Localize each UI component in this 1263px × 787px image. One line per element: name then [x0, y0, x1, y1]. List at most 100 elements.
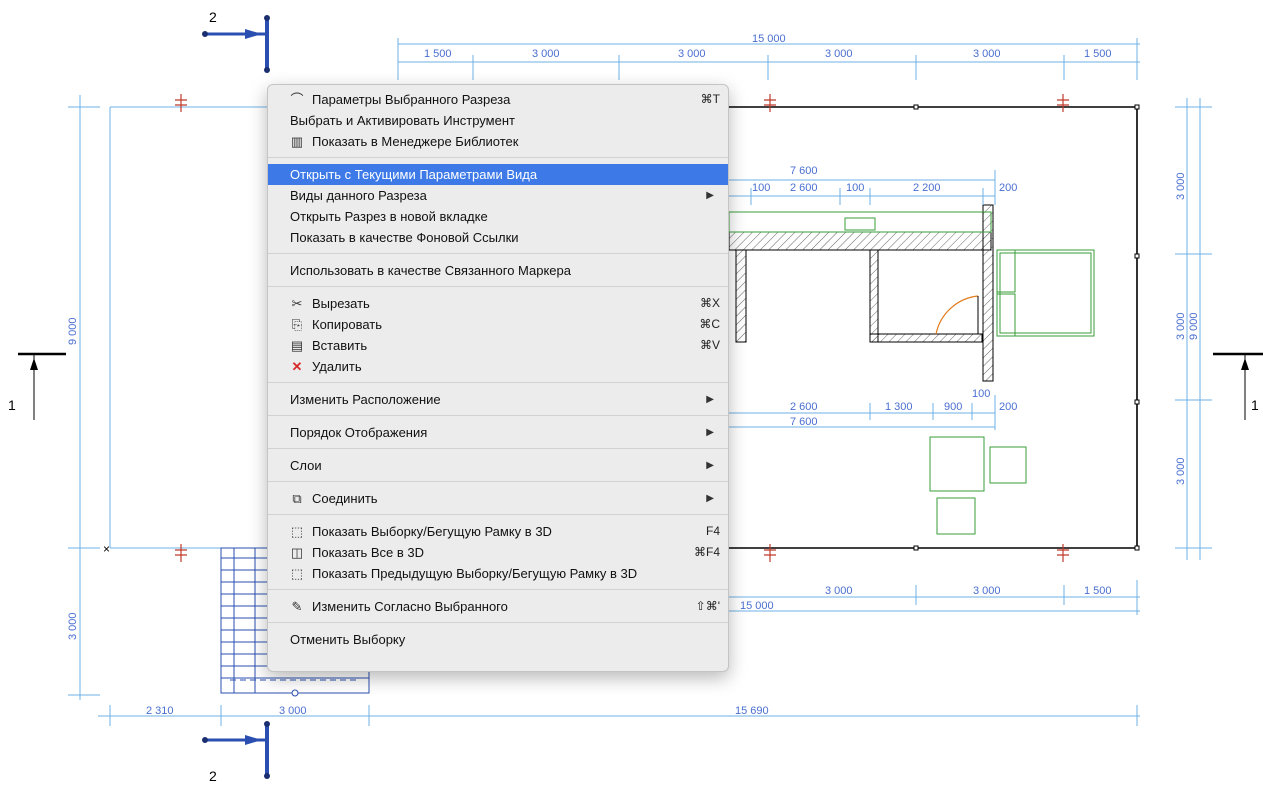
delete-x-icon: ✕	[291, 359, 303, 374]
menu-separator	[268, 589, 728, 590]
menu-item-layers[interactable]: Слои ▶	[268, 455, 728, 476]
furniture	[728, 211, 1095, 535]
menu-item-label: Показать Выборку/Бегущую Рамку в 3D	[312, 524, 552, 539]
menu-item-shortcut: ⌘T	[700, 92, 720, 106]
menu-item-shortcut: ⌘F4	[693, 545, 720, 559]
section-marker-1-right[interactable]: 1	[1213, 352, 1263, 420]
section-marker-2-bottom[interactable]: 2	[202, 721, 270, 784]
menu-item-shortcut: ⌘V	[699, 338, 720, 352]
menu-item-label: Открыть Разрез в новой вкладке	[290, 209, 488, 224]
menu-item-shortcut: ⌘X	[699, 296, 720, 310]
submenu-arrow-icon: ▶	[706, 394, 714, 405]
section-marker-1-left[interactable]: 1	[8, 352, 66, 420]
submenu-arrow-icon: ▶	[706, 190, 714, 201]
dim-top-total: 15 000	[752, 33, 786, 45]
menu-item-delete[interactable]: ✕ Удалить	[268, 356, 728, 377]
menu-item-section-views[interactable]: Виды данного Разреза ▶	[268, 185, 728, 206]
dim-right: 9 000	[1188, 312, 1200, 340]
menu-item-label: Соединить	[312, 491, 378, 506]
dim-inner-seg: 100	[752, 182, 770, 194]
menu-separator	[268, 481, 728, 482]
menu-item-use-as-linked-marker[interactable]: Использовать в качестве Связанного Марке…	[268, 260, 728, 281]
dim-inner-bottom-total: 7 600	[790, 416, 818, 428]
menu-item-label: Выбрать и Активировать Инструмент	[290, 113, 515, 128]
dim-top-seg: 3 000	[532, 48, 560, 60]
menu-separator	[268, 622, 728, 623]
menu-item-copy[interactable]: ⎘ Копировать ⌘C	[268, 314, 728, 335]
menu-separator	[268, 286, 728, 287]
section-settings-icon: ⌒	[290, 92, 304, 107]
eyedropper-icon: ✎	[291, 599, 303, 614]
menu-item-label: Открыть с Текущими Параметрами Вида	[290, 167, 538, 182]
copy-icon: ⎘	[291, 317, 303, 332]
section-marker-2-top[interactable]: 2	[202, 9, 270, 73]
dim-inner-seg: 1 300	[885, 401, 913, 413]
dim-inner-seg: 200	[999, 182, 1017, 194]
menu-item-label: Вставить	[312, 338, 368, 353]
dim-inner-seg: 200	[999, 401, 1017, 413]
section-number: 1	[1251, 397, 1259, 413]
menu-item-open-current-view[interactable]: Открыть с Текущими Параметрами Вида	[268, 164, 728, 185]
menu-item-show-prev-selection-3d[interactable]: ⬚ Показать Предыдущую Выборку/Бегущую Рам…	[268, 563, 728, 584]
menu-item-label: Виды данного Разреза	[290, 188, 427, 203]
dim-right: 3 000	[1175, 312, 1187, 340]
menu-separator	[268, 514, 728, 515]
dim-top-seg: 1 500	[1084, 48, 1112, 60]
menu-separator	[268, 448, 728, 449]
dim-outer-seg: 2 310	[146, 705, 174, 717]
context-menu: ⌒ Параметры Выбранного Разреза ⌘T Выбрать и…	[267, 84, 729, 672]
menu-item-label: Показать в Менеджере Библиотек	[312, 134, 519, 149]
menu-item-label: Показать Все в 3D	[312, 545, 425, 560]
menu-item-cut[interactable]: ✂ Вырезать ⌘X	[268, 293, 728, 314]
menu-item-label: Вырезать	[312, 296, 370, 311]
cube-dashed-icon: ⬚	[290, 524, 304, 539]
menu-item-show-selection-3d[interactable]: ⬚ Показать Выборку/Бегущую Рамку в 3D F4	[268, 521, 728, 542]
section-number: 2	[209, 9, 217, 25]
menu-item-deselect[interactable]: Отменить Выборку	[268, 629, 728, 650]
menu-item-connect[interactable]: ⧉ Соединить ▶	[268, 488, 728, 509]
menu-item-label: Использовать в качестве Связанного Марке…	[290, 263, 571, 278]
dim-outer-seg: 15 690	[735, 705, 769, 717]
menu-item-label: Отменить Выборку	[290, 632, 406, 647]
menu-item-arrange[interactable]: Изменить Расположение ▶	[268, 389, 728, 410]
dim-inner-top-total: 7 600	[790, 165, 818, 177]
dim-bottom-seg: 1 500	[1084, 585, 1112, 597]
svg-text:×: ×	[103, 542, 110, 556]
menu-separator	[268, 415, 728, 416]
dim-left: 9 000	[67, 317, 79, 345]
menu-item-paste[interactable]: ▤ Вставить ⌘V	[268, 335, 728, 356]
menu-item-shortcut: ⇧⌘'	[695, 599, 720, 613]
menu-item-open-new-tab[interactable]: Открыть Разрез в новой вкладке	[268, 206, 728, 227]
menu-item-label: Показать Предыдущую Выборку/Бегущую Рамк…	[312, 566, 638, 581]
dim-inner-seg: 2 600	[790, 401, 818, 413]
menu-item-label: Изменить Расположение	[290, 392, 441, 407]
menu-item-label: Слои	[290, 458, 322, 473]
menu-item-select-activate-tool[interactable]: Выбрать и Активировать Инструмент	[268, 110, 728, 131]
dim-right: 3 000	[1175, 457, 1187, 485]
menu-item-label: Изменить Согласно Выбранного	[312, 599, 508, 614]
menu-item-label: Показать в качестве Фоновой Ссылки	[290, 230, 519, 245]
scissors-icon: ✂	[291, 296, 303, 311]
menu-item-label: Параметры Выбранного Разреза	[312, 92, 511, 107]
menu-item-display-order[interactable]: Порядок Отображения ▶	[268, 422, 728, 443]
menu-item-label: Копировать	[312, 317, 382, 332]
submenu-arrow-icon: ▶	[706, 493, 714, 504]
menu-item-modify-by-selection[interactable]: ✎ Изменить Согласно Выбранного ⇧⌘'	[268, 596, 728, 617]
menu-item-show-as-trace[interactable]: Показать в качестве Фоновой Ссылки	[268, 227, 728, 248]
dim-bottom-seg: 3 000	[825, 585, 853, 597]
section-number: 1	[8, 397, 16, 413]
dim-right: 3 000	[1175, 172, 1187, 200]
menu-separator	[268, 382, 728, 383]
submenu-arrow-icon: ▶	[706, 460, 714, 471]
dim-inner-seg: 900	[944, 401, 962, 413]
menu-item-section-settings[interactable]: ⌒ Параметры Выбранного Разреза ⌘T	[268, 89, 728, 110]
dim-bottom-seg: 3 000	[973, 585, 1001, 597]
dim-inner-seg: 100	[846, 182, 864, 194]
dim-outer-seg: 3 000	[279, 705, 307, 717]
menu-separator	[268, 253, 728, 254]
dim-bottom-total: 15 000	[740, 600, 774, 612]
menu-item-show-all-3d[interactable]: ◫ Показать Все в 3D ⌘F4	[268, 542, 728, 563]
menu-item-show-in-library-manager[interactable]: ▥ Показать в Менеджере Библиотек	[268, 131, 728, 152]
dim-top-seg: 3 000	[973, 48, 1001, 60]
dim-top-seg: 3 000	[678, 48, 706, 60]
